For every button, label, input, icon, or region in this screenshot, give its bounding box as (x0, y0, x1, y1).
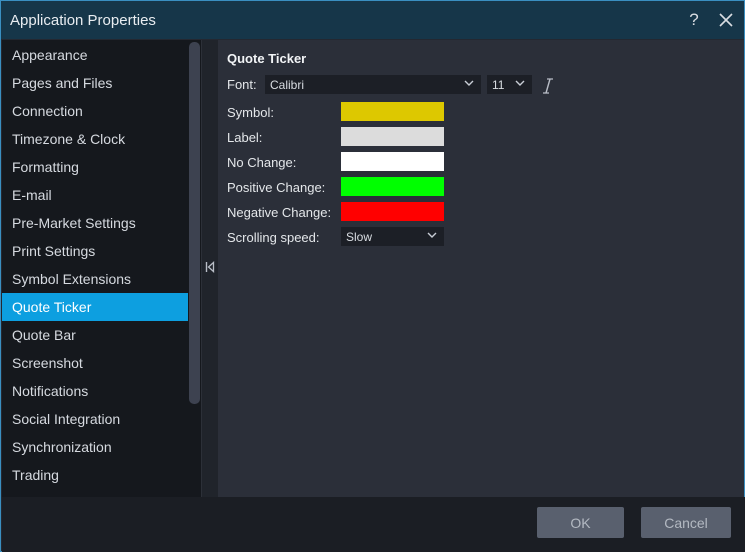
panel-splitter[interactable] (201, 40, 218, 497)
ok-button[interactable]: OK (537, 507, 624, 538)
positive-change-color-swatch[interactable] (341, 177, 444, 196)
label-color-swatch[interactable] (341, 127, 444, 146)
sidebar-item-quote-ticker[interactable]: Quote Ticker (2, 293, 188, 321)
font-size-value: 11 (492, 77, 505, 92)
negative-change-color-swatch[interactable] (341, 202, 444, 221)
close-icon (719, 13, 733, 27)
scrolling-speed-select[interactable]: Slow (341, 227, 444, 246)
sidebar-item-pages-and-files[interactable]: Pages and Files (2, 69, 188, 97)
title-bar: Application Properties ? (1, 1, 744, 39)
help-button[interactable]: ? (681, 7, 707, 33)
no-change-color-swatch[interactable] (341, 152, 444, 171)
font-family-value: Calibri (270, 77, 305, 92)
sidebar-item-symbol-extensions[interactable]: Symbol Extensions (2, 265, 188, 293)
close-button[interactable] (713, 7, 739, 33)
sidebar-item-social-integration[interactable]: Social Integration (2, 405, 188, 433)
label-color-label: Label: (227, 130, 263, 145)
application-properties-window: Application Properties ? Appearance Pages… (0, 0, 745, 552)
sidebar-item-e-mail[interactable]: E-mail (2, 181, 188, 209)
settings-panel: Quote Ticker Font: Calibri 11 Symbol: La… (218, 40, 744, 497)
sidebar-item-timezone-clock[interactable]: Timezone & Clock (2, 125, 188, 153)
collapse-sidebar-icon[interactable] (204, 260, 216, 274)
no-change-color-label: No Change: (227, 155, 297, 170)
sidebar-item-appearance[interactable]: Appearance (2, 41, 188, 69)
sidebar-item-print-settings[interactable]: Print Settings (2, 237, 188, 265)
sidebar-scrollbar[interactable] (189, 42, 200, 404)
sidebar-item-notifications[interactable]: Notifications (2, 377, 188, 405)
settings-sidebar: Appearance Pages and Files Connection Timez… (2, 40, 201, 497)
cancel-button[interactable]: Cancel (641, 507, 731, 538)
positive-change-color-label: Positive Change: (227, 180, 326, 195)
font-label: Font: (227, 77, 257, 92)
font-family-select[interactable]: Calibri (265, 75, 481, 94)
section-title: Quote Ticker (227, 51, 307, 66)
chevron-down-icon (515, 80, 525, 86)
sidebar-list: Appearance Pages and Files Connection Timez… (2, 41, 188, 489)
sidebar-item-screenshot[interactable]: Screenshot (2, 349, 188, 377)
sidebar-item-synchronization[interactable]: Synchronization (2, 433, 188, 461)
symbol-color-label: Symbol: (227, 105, 274, 120)
sidebar-item-connection[interactable]: Connection (2, 97, 188, 125)
sidebar-item-trading[interactable]: Trading (2, 461, 188, 489)
font-size-select[interactable]: 11 (487, 75, 532, 94)
window-title: Application Properties (10, 11, 156, 29)
sidebar-item-formatting[interactable]: Formatting (2, 153, 188, 181)
scrolling-speed-value: Slow (346, 229, 373, 244)
chevron-down-icon (464, 80, 474, 86)
scrolling-speed-label: Scrolling speed: (227, 230, 320, 245)
sidebar-item-pre-market-settings[interactable]: Pre-Market Settings (2, 209, 188, 237)
font-style-icon[interactable] (541, 77, 555, 95)
negative-change-color-label: Negative Change: (227, 205, 332, 220)
dialog-footer: OK Cancel (2, 497, 745, 552)
sidebar-item-quote-bar[interactable]: Quote Bar (2, 321, 188, 349)
chevron-down-icon (427, 232, 437, 238)
symbol-color-swatch[interactable] (341, 102, 444, 121)
